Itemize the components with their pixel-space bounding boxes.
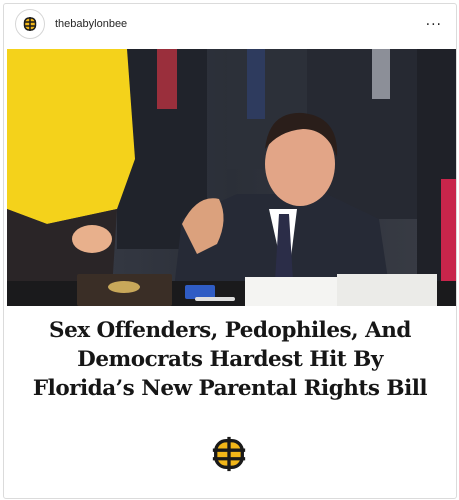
post-header: thebabylonbee ...: [4, 4, 456, 44]
babylon-bee-logo-icon: [20, 14, 40, 34]
instagram-post: thebabylonbee ... Sex Offenders, Pedophi…: [3, 3, 457, 499]
more-options-icon[interactable]: ...: [422, 14, 446, 28]
post-photo: [7, 49, 456, 306]
headline-line: Democrats Hardest Hit By: [77, 347, 383, 372]
headline-line: Florida’s New Parental Rights Bill: [32, 376, 428, 401]
headline-line: Sex Offenders, Pedophiles, And: [49, 318, 411, 343]
photo-illustration: [7, 49, 456, 306]
babylon-bee-logo-icon: [210, 435, 248, 473]
profile-avatar[interactable]: [15, 9, 45, 39]
username[interactable]: thebabylonbee: [55, 18, 127, 30]
post-headline: Sex Offenders, Pedophiles, And Democrats…: [4, 316, 456, 403]
